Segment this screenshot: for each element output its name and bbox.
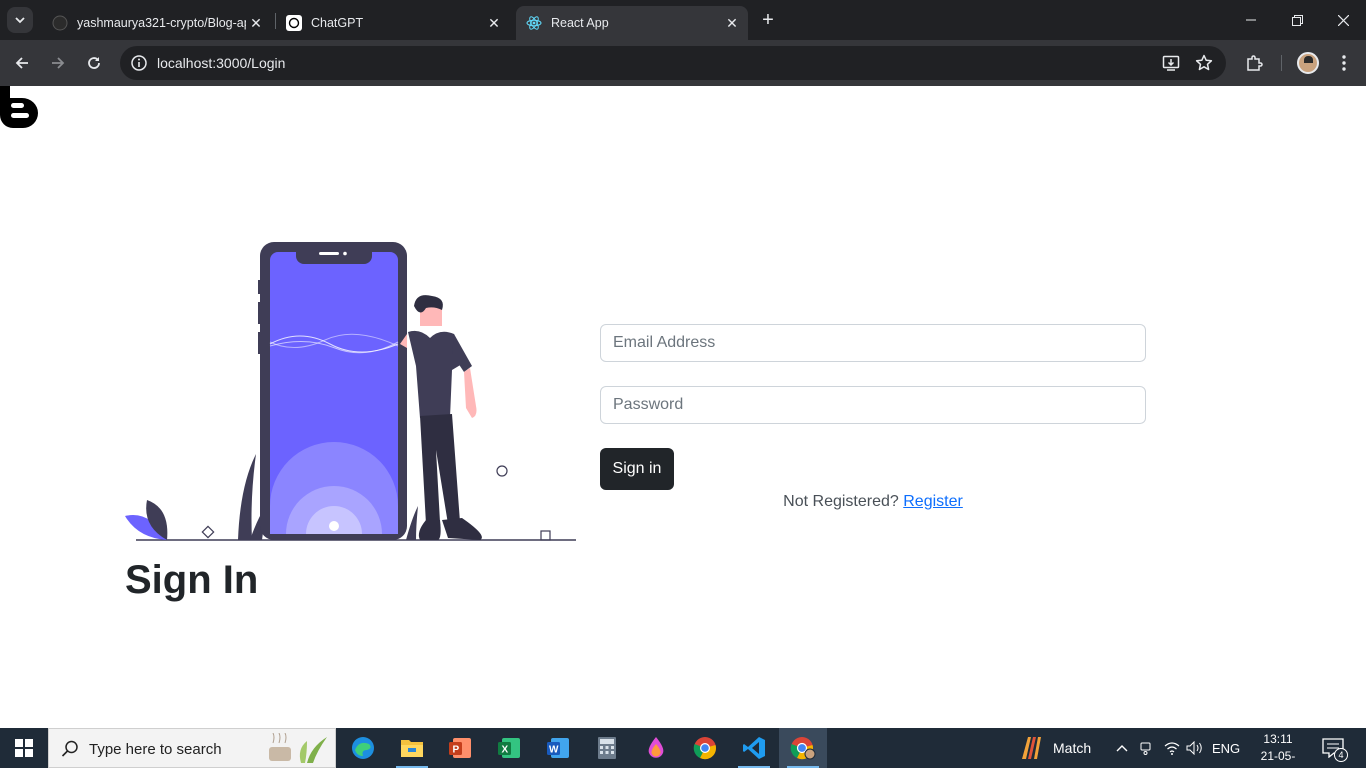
toolbar-separator [1281,55,1282,71]
search-placeholder: Type here to search [89,741,222,758]
svg-text:X: X [502,745,509,756]
chrome-profile-icon[interactable] [779,728,827,768]
svg-text:P: P [453,745,460,756]
back-arrow-icon[interactable] [10,51,34,75]
weather-widget[interactable]: Match [1018,728,1091,768]
chatgpt-icon [286,15,302,31]
page-title: Sign In [125,558,259,602]
excel-icon[interactable]: X [485,728,533,768]
sign-in-button[interactable]: Sign in [600,448,674,490]
install-app-icon[interactable] [1162,54,1180,72]
word-icon[interactable]: W [534,728,582,768]
register-link[interactable]: Register [903,493,963,510]
login-illustration [125,242,576,541]
address-bar[interactable]: localhost:3000/Login [120,46,1226,80]
taskbar-clock[interactable]: 13:11 21-05-2024 [1249,731,1307,782]
site-info-icon[interactable] [130,54,148,72]
edge-icon[interactable] [339,728,387,768]
clock-date: 21-05-2024 [1260,749,1296,780]
new-tab-icon[interactable]: + [758,10,778,30]
tab-github[interactable]: yashmaurya321-crypto/Blog-ap ✕ [42,6,272,40]
minimize-icon[interactable] [1228,0,1274,40]
search-icon [61,740,79,758]
close-tab-icon[interactable]: ✕ [246,15,266,32]
profile-avatar[interactable] [1297,52,1319,74]
vscode-icon[interactable] [730,728,778,768]
reload-icon[interactable] [82,51,106,75]
restore-icon[interactable] [1274,0,1320,40]
tab-title: ChatGPT [311,16,364,30]
powerpoint-icon[interactable]: P [436,728,484,768]
calculator-icon[interactable] [583,728,631,768]
extensions-icon[interactable] [1243,52,1265,74]
forward-arrow-icon[interactable] [46,51,70,75]
tab-react-app[interactable]: React App ✕ [516,6,748,40]
register-prompt-row: Not Registered? Register [600,493,1146,511]
register-prompt: Not Registered? [783,493,899,510]
search-highlight-tea-icon [269,733,327,763]
email-field[interactable] [600,324,1146,362]
show-hidden-icons-chevron-icon[interactable] [1116,728,1128,768]
file-explorer-icon[interactable] [388,728,436,768]
github-icon [52,15,68,31]
tab-title: React App [551,16,609,30]
browser-toolbar: localhost:3000/Login [0,40,1366,86]
blogger-icon[interactable] [0,86,40,128]
windows-taskbar: Type here to search P X W Match ENG 13:1… [0,728,1366,780]
tab-chatgpt[interactable]: ChatGPT ✕ [276,6,510,40]
password-field[interactable] [600,386,1146,424]
notification-count-badge: 4 [1334,748,1348,762]
clock-time: 13:11 [1263,732,1293,746]
weather-label: Match [1053,740,1092,756]
tab-title: yashmaurya321-crypto/Blog-ap [77,16,246,30]
close-tab-icon[interactable]: ✕ [722,15,742,32]
svg-text:W: W [549,745,559,756]
react-icon [526,15,542,31]
tab-strip: yashmaurya321-crypto/Blog-ap ✕ ChatGPT ✕… [0,0,1366,40]
close-tab-icon[interactable]: ✕ [484,15,504,32]
kebab-menu-icon[interactable] [1333,52,1355,74]
cricket-icon [1022,737,1041,759]
language-indicator[interactable]: ENG [1212,728,1240,768]
volume-icon[interactable] [1186,728,1204,768]
paint-icon[interactable] [632,728,680,768]
taskbar-search-box[interactable]: Type here to search [48,728,336,768]
login-page: Sign In Sign in Not Registered? Register [0,86,1366,728]
tab-search-chevron-icon[interactable] [7,7,33,33]
close-window-icon[interactable] [1320,0,1366,40]
bookmark-star-icon[interactable] [1195,54,1213,72]
windows-start-icon[interactable] [0,728,48,768]
meet-now-icon[interactable] [1140,728,1154,768]
wifi-icon[interactable] [1164,728,1180,768]
chrome-icon[interactable] [681,728,729,768]
url-text: localhost:3000/Login [157,55,286,71]
